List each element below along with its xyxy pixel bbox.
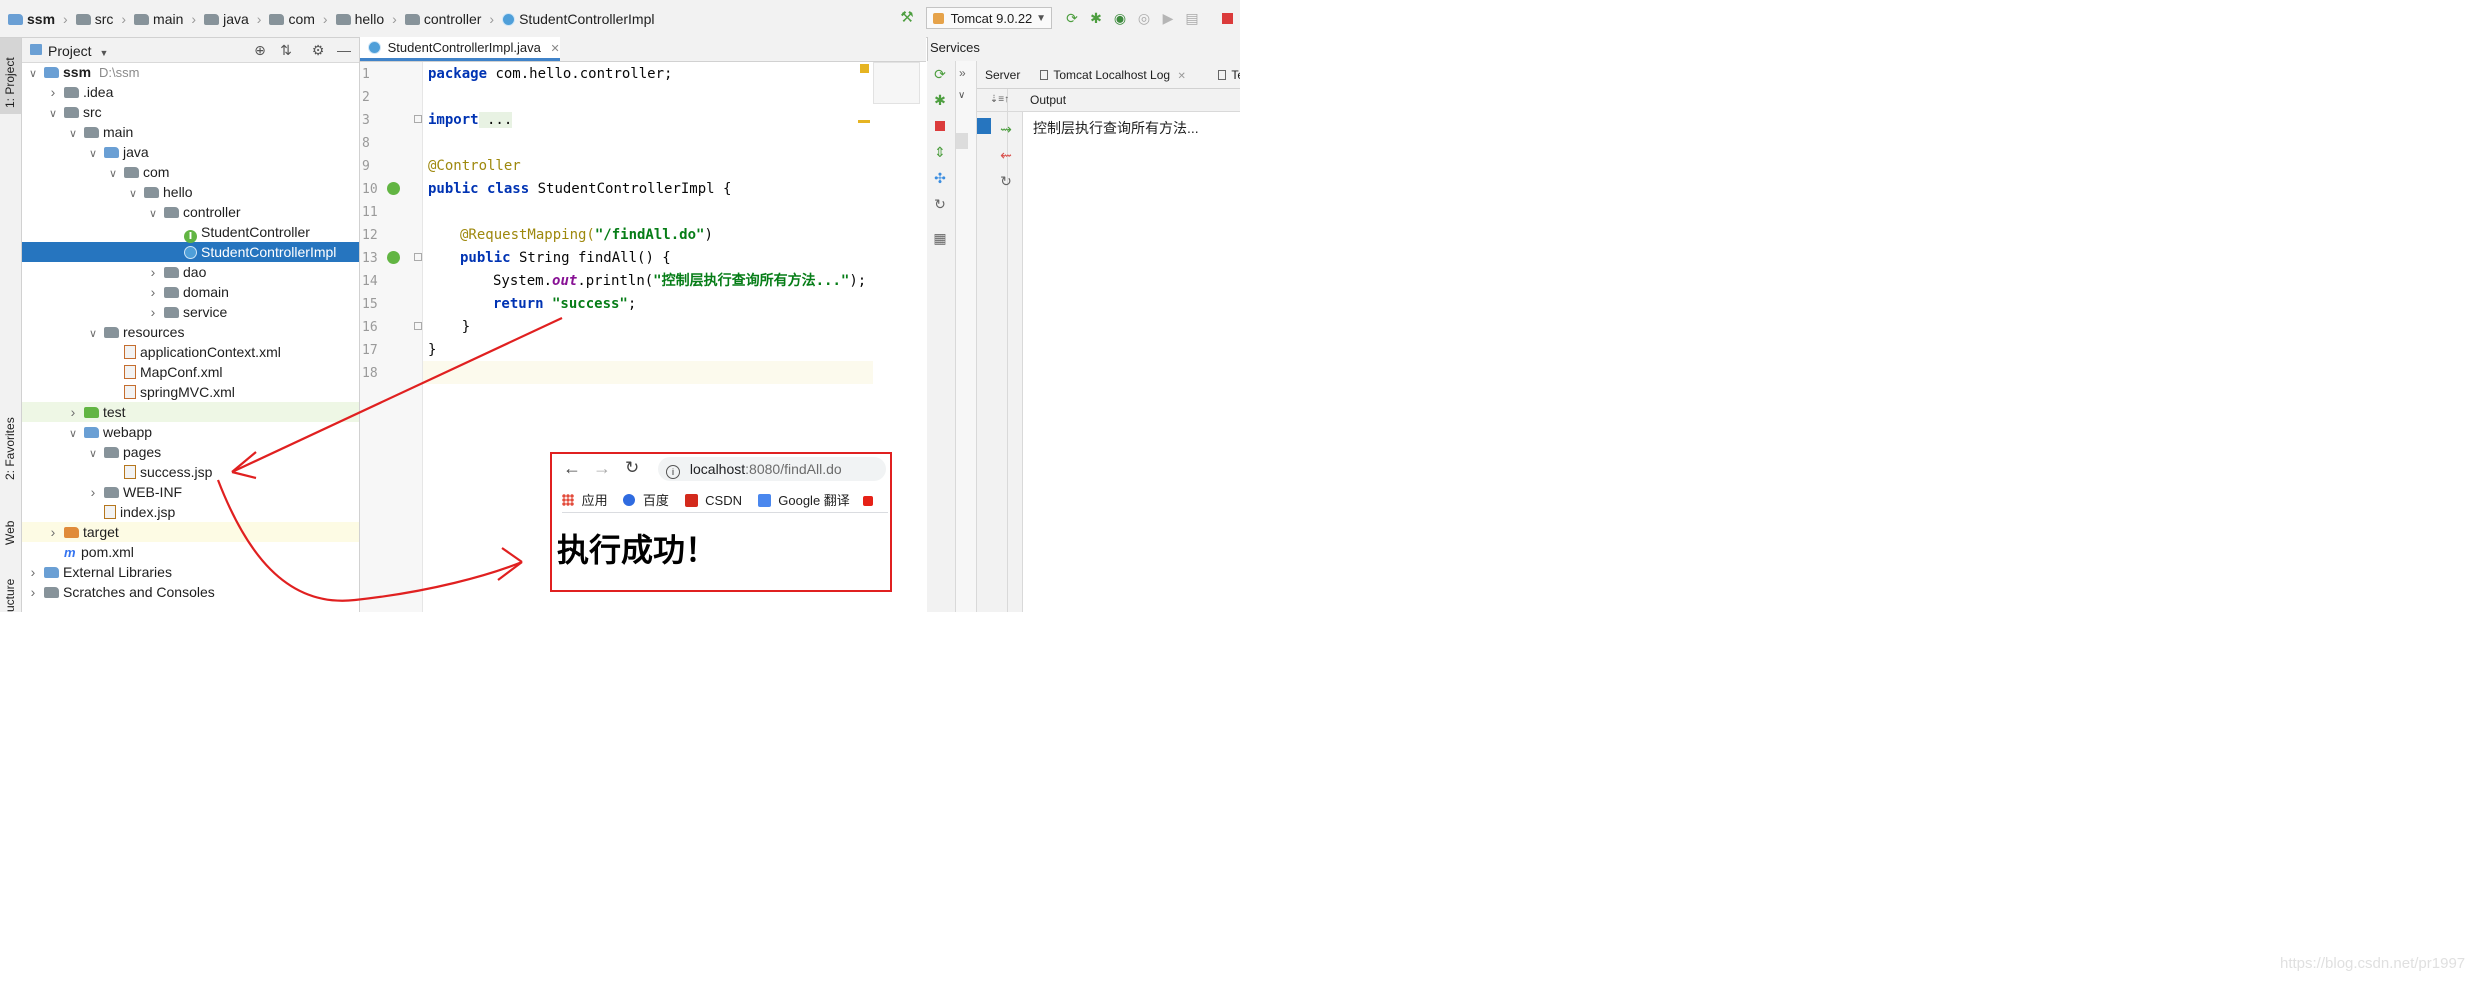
annotation-arrows	[216, 317, 563, 602]
ide-window: ssm › src › main › java › com › hello › controller › S…	[0, 0, 1240, 612]
arrow-code-to-jsp	[231, 317, 563, 473]
arrow-head	[497, 547, 523, 581]
arrow-head	[231, 451, 257, 480]
watermark: https://blog.csdn.net/pr1997	[2280, 955, 2466, 972]
arrow-jsp-to-browser	[216, 479, 523, 602]
